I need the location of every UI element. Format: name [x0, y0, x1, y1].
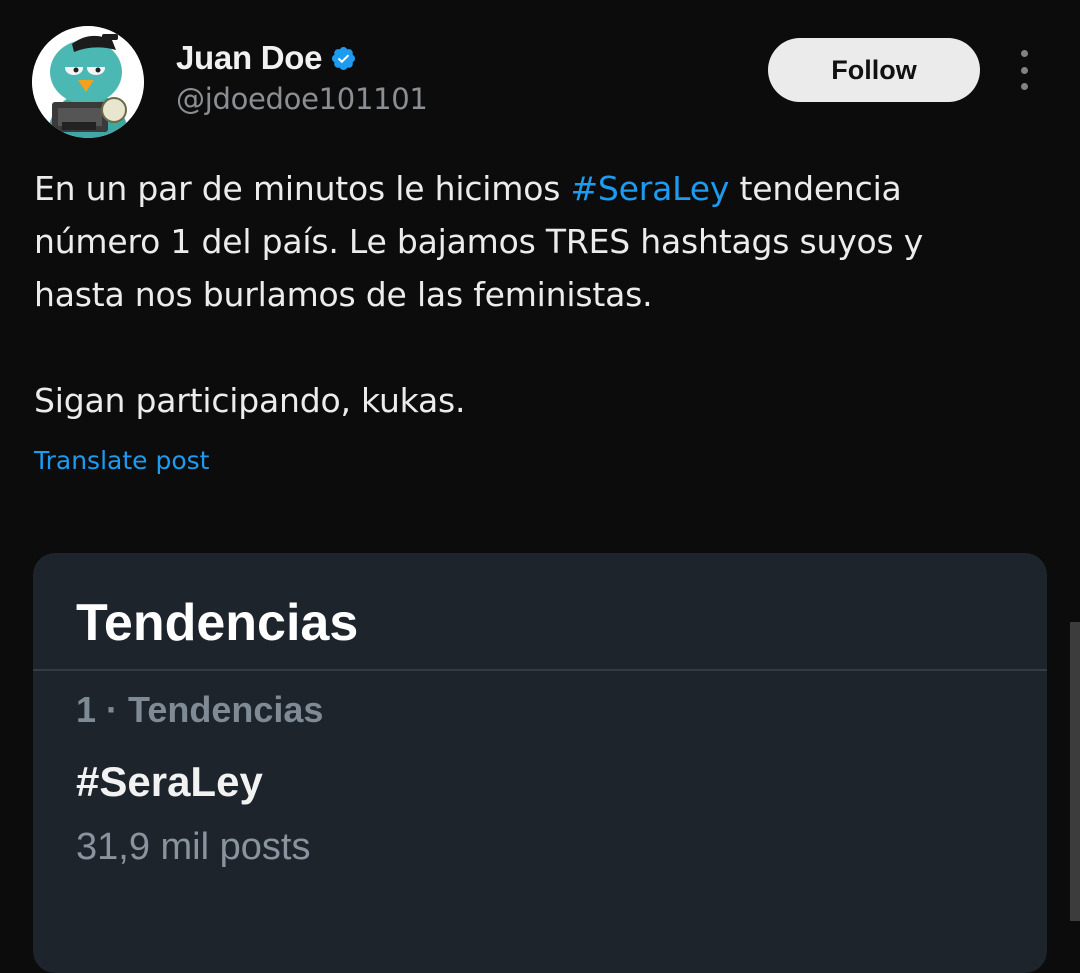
- media-divider: [33, 669, 1047, 671]
- media-title: Tendencias: [76, 594, 359, 652]
- author-name[interactable]: Juan Doe: [176, 38, 322, 78]
- post-text-line-1: En un par de minutos le hicimos #SeraLey…: [34, 162, 1044, 215]
- post-text-segment: En un par de minutos le hicimos: [34, 169, 571, 208]
- post-text-segment: tendencia: [729, 169, 902, 208]
- more-options-icon[interactable]: [1012, 50, 1036, 90]
- post-text: En un par de minutos le hicimos #SeraLey…: [34, 162, 1044, 427]
- trend-name: #SeraLey: [76, 758, 263, 805]
- avatar[interactable]: [32, 26, 144, 138]
- verified-badge-icon: [331, 46, 356, 71]
- post-text-line-2: número 1 del país. Le bajamos TRES hasht…: [34, 222, 924, 261]
- post-text-line-4: Sigan participando, kukas.: [34, 381, 466, 420]
- follow-button[interactable]: Follow: [768, 38, 980, 102]
- author-handle[interactable]: @jdoedoe101101: [176, 80, 428, 118]
- post-text-line-3: hasta nos burlamos de las feministas.: [34, 275, 653, 314]
- trend-count: 31,9 mil posts: [76, 826, 311, 868]
- scrollbar[interactable]: [1070, 622, 1080, 921]
- trend-meta: 1 · Tendencias: [76, 689, 324, 730]
- hashtag-link[interactable]: #SeraLey: [570, 169, 729, 208]
- post-media-image[interactable]: Tendencias 1 · Tendencias #SeraLey 31,9 …: [33, 553, 1047, 973]
- translate-post-link[interactable]: Translate post: [34, 443, 209, 479]
